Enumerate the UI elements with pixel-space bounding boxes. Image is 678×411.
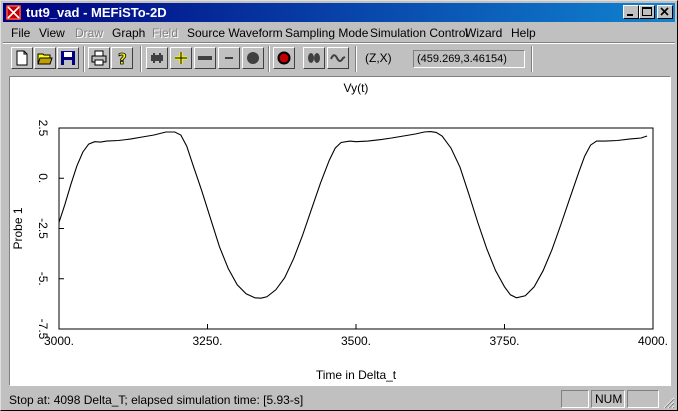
maximize-button[interactable] bbox=[639, 5, 655, 19]
menu-graph[interactable]: Graph bbox=[112, 26, 145, 40]
menu-source-waveform[interactable]: Source Waveform bbox=[187, 26, 283, 40]
help-button[interactable]: ? bbox=[111, 47, 133, 69]
open-folder-icon bbox=[37, 53, 53, 65]
resize-grip-icon[interactable] bbox=[661, 395, 675, 409]
x-tick-label: 3500. bbox=[341, 334, 371, 348]
printer-icon bbox=[91, 50, 107, 66]
window-title: tut9_vad - MEFiSTo-2D bbox=[26, 5, 167, 20]
waveform-button[interactable] bbox=[327, 47, 349, 69]
print-button[interactable] bbox=[88, 47, 110, 69]
status-text: Stop at: 4098 Delta_T; elapsed simulatio… bbox=[9, 393, 304, 407]
toolbar-separator bbox=[140, 46, 142, 72]
save-button[interactable] bbox=[57, 47, 79, 69]
menu-file[interactable]: File bbox=[11, 26, 30, 40]
y-tick-label: 0. bbox=[36, 173, 50, 183]
menu-simulation-control[interactable]: Simulation Control bbox=[370, 26, 468, 40]
status-pane-scroll bbox=[627, 390, 659, 408]
maximize-icon bbox=[642, 7, 652, 16]
open-button[interactable] bbox=[34, 47, 56, 69]
toolbar-separator bbox=[268, 46, 270, 72]
boundary-tool-button[interactable] bbox=[194, 47, 216, 69]
plot-frame bbox=[58, 127, 654, 330]
menu-help[interactable]: Help bbox=[511, 26, 536, 40]
run-waves-icon bbox=[308, 53, 320, 63]
probe-chart[interactable]: Vy(t)3000. 3250. 3500. 3750. 4000.2.50.-2.5-… bbox=[10, 77, 670, 385]
plot-area[interactable]: Vy(t) 3000. 3250. 3500. 3750. 4000. 2.5 0. -2.5-… bbox=[9, 76, 671, 386]
coordinate-readout: (459.269,3.46154) bbox=[413, 50, 525, 68]
x-tick-label: 3750. bbox=[489, 334, 519, 348]
y-tick-label: 2.5 bbox=[36, 120, 50, 137]
chart-title: Vy(t) bbox=[344, 81, 369, 95]
source-tool-button[interactable] bbox=[170, 47, 192, 69]
help-question-icon: ? bbox=[118, 50, 128, 66]
status-pane-caps bbox=[561, 390, 589, 408]
app-logo-icon bbox=[6, 5, 21, 20]
run-button[interactable] bbox=[303, 47, 325, 69]
series-line bbox=[58, 131, 648, 299]
menu-bar: File View Draw Graph Field Source Wavefo… bbox=[3, 23, 675, 42]
close-button[interactable] bbox=[657, 5, 673, 19]
menu-field[interactable]: Field bbox=[152, 26, 178, 40]
save-disk-icon bbox=[61, 51, 75, 65]
coordinate-label: (Z,X) bbox=[365, 51, 392, 65]
grid-tool-button[interactable] bbox=[146, 47, 168, 69]
minus-icon bbox=[225, 57, 233, 59]
status-pane-num: NUM bbox=[591, 390, 625, 408]
circle-probe-icon bbox=[247, 52, 259, 64]
menu-view[interactable]: View bbox=[39, 26, 65, 40]
boundary-line-icon bbox=[198, 56, 212, 60]
menu-sampling-mode[interactable]: Sampling Mode bbox=[285, 26, 368, 40]
menu-wizard[interactable]: Wizard bbox=[465, 26, 502, 40]
svg-text:?: ? bbox=[118, 50, 127, 66]
title-bar[interactable]: tut9_vad - MEFiSTo-2D bbox=[3, 3, 675, 22]
menu-draw[interactable]: Draw bbox=[75, 26, 103, 40]
main-window: tut9_vad - MEFiSTo-2D File View Draw Gra… bbox=[0, 0, 678, 411]
toolbar-separator bbox=[83, 46, 85, 72]
y-axis-label: Probe 1 bbox=[11, 207, 25, 249]
y-tick-label: -7.5 bbox=[36, 319, 50, 340]
new-button[interactable] bbox=[11, 47, 33, 69]
y-tick-label: -5. bbox=[36, 272, 50, 286]
grid-nodes-icon bbox=[151, 53, 163, 63]
toolbar-separator bbox=[531, 46, 533, 72]
minimize-icon bbox=[627, 14, 633, 16]
plus-source-icon bbox=[175, 52, 187, 64]
stop-record-icon bbox=[277, 51, 291, 65]
toolbar-separator bbox=[355, 46, 357, 72]
minus-tool-button[interactable] bbox=[218, 47, 240, 69]
waveform-icon bbox=[330, 54, 346, 62]
probe-tool-button[interactable] bbox=[242, 47, 264, 69]
x-axis-label: Time in Delta_t bbox=[316, 368, 397, 382]
x-tick-label: 3250. bbox=[192, 334, 222, 348]
menu-separator bbox=[3, 42, 675, 44]
x-tick-label: 4000. bbox=[638, 334, 668, 348]
minimize-button[interactable] bbox=[623, 5, 639, 19]
close-icon bbox=[660, 7, 669, 16]
y-tick-label: -2.5 bbox=[36, 218, 50, 239]
new-file-icon bbox=[16, 50, 28, 66]
stop-button[interactable] bbox=[273, 47, 295, 69]
